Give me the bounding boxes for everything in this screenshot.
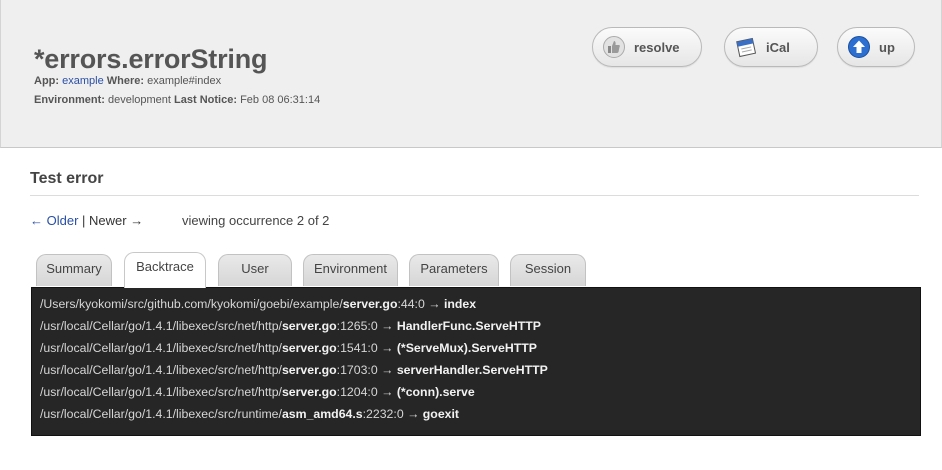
environment-label: Environment: [34, 94, 105, 106]
ical-label: iCal [766, 39, 790, 55]
last-notice-label: Last Notice: [174, 94, 237, 106]
divider [30, 195, 919, 196]
app-label: App: [34, 75, 60, 87]
up-label: up [879, 39, 895, 55]
frame-path: /usr/local/Cellar/go/1.4.1/libexec/src/n… [40, 319, 282, 333]
environment-value: development [107, 94, 171, 106]
where-value: example#index [147, 75, 222, 87]
older-link[interactable]: ← Older [30, 213, 78, 228]
last-notice-value: Feb 08 06:31:14 [240, 94, 321, 106]
frame-function: (*ServeMux).ServeHTTP [396, 341, 537, 355]
error-message-heading: Test error [30, 170, 104, 187]
frame-file: asm_amd64.s [281, 407, 363, 421]
frame-location: :1541:0 → [336, 341, 397, 355]
frame-function: (*conn).serve [396, 385, 475, 399]
frame-file: server.go [281, 385, 337, 399]
newer-link[interactable]: Newer → [89, 213, 143, 228]
calendar-icon [735, 36, 757, 58]
app-link[interactable]: example [62, 75, 104, 87]
frame-function: index [443, 297, 477, 311]
frame-function: HandlerFunc.ServeHTTP [396, 319, 542, 333]
frame-file: server.go [342, 297, 398, 311]
resolve-button[interactable]: resolve [592, 27, 702, 67]
frame-path: /Users/kyokomi/src/github.com/kyokomi/go… [40, 297, 343, 311]
frame-location: :1703:0 → [336, 363, 397, 377]
frame-location: :2232:0 → [362, 407, 423, 421]
app-meta: App: example Where: example#index [34, 75, 221, 87]
frame-file: server.go [281, 319, 337, 333]
pager-separator: | [82, 213, 86, 228]
backtrace-line: /usr/local/Cellar/go/1.4.1/libexec/src/n… [40, 363, 548, 377]
backtrace-line: /usr/local/Cellar/go/1.4.1/libexec/src/n… [40, 341, 537, 355]
tab-parameters[interactable]: Parameters [409, 254, 499, 286]
arrow-up-icon [848, 36, 870, 58]
frame-function: goexit [422, 407, 460, 421]
env-meta: Environment: development Last Notice: Fe… [34, 94, 320, 106]
frame-location: :44:0 → [397, 297, 444, 311]
occurrence-pager: ← Older | Newer → [30, 213, 143, 228]
tab-backtrace[interactable]: Backtrace [124, 252, 206, 288]
tab-session[interactable]: Session [510, 254, 586, 286]
frame-path: /usr/local/Cellar/go/1.4.1/libexec/src/n… [40, 363, 282, 377]
error-header: *errors.errorString App: example Where: … [0, 0, 942, 148]
occurrence-status: viewing occurrence 2 of 2 [182, 213, 330, 228]
frame-function: serverHandler.ServeHTTP [396, 363, 548, 377]
thumbs-up-icon [603, 36, 625, 58]
backtrace-line: /usr/local/Cellar/go/1.4.1/libexec/src/r… [40, 407, 459, 421]
tab-user[interactable]: User [218, 254, 292, 286]
tab-environment[interactable]: Environment [303, 254, 398, 286]
frame-path: /usr/local/Cellar/go/1.4.1/libexec/src/n… [40, 341, 282, 355]
frame-file: server.go [281, 341, 337, 355]
up-button[interactable]: up [837, 27, 915, 67]
frame-location: :1265:0 → [336, 319, 397, 333]
frame-location: :1204:0 → [336, 385, 397, 399]
where-label: Where: [106, 75, 145, 87]
backtrace-line: /Users/kyokomi/src/github.com/kyokomi/go… [40, 297, 476, 311]
frame-path: /usr/local/Cellar/go/1.4.1/libexec/src/n… [40, 385, 282, 399]
resolve-label: resolve [634, 39, 680, 55]
backtrace-line: /usr/local/Cellar/go/1.4.1/libexec/src/n… [40, 319, 541, 333]
backtrace-line: /usr/local/Cellar/go/1.4.1/libexec/src/n… [40, 385, 475, 399]
tab-summary[interactable]: Summary [36, 254, 112, 286]
backtrace-panel: /Users/kyokomi/src/github.com/kyokomi/go… [31, 287, 921, 436]
frame-file: server.go [281, 363, 337, 377]
ical-button[interactable]: iCal [724, 27, 818, 67]
frame-path: /usr/local/Cellar/go/1.4.1/libexec/src/r… [40, 407, 282, 421]
page-title: *errors.errorString [34, 44, 268, 74]
